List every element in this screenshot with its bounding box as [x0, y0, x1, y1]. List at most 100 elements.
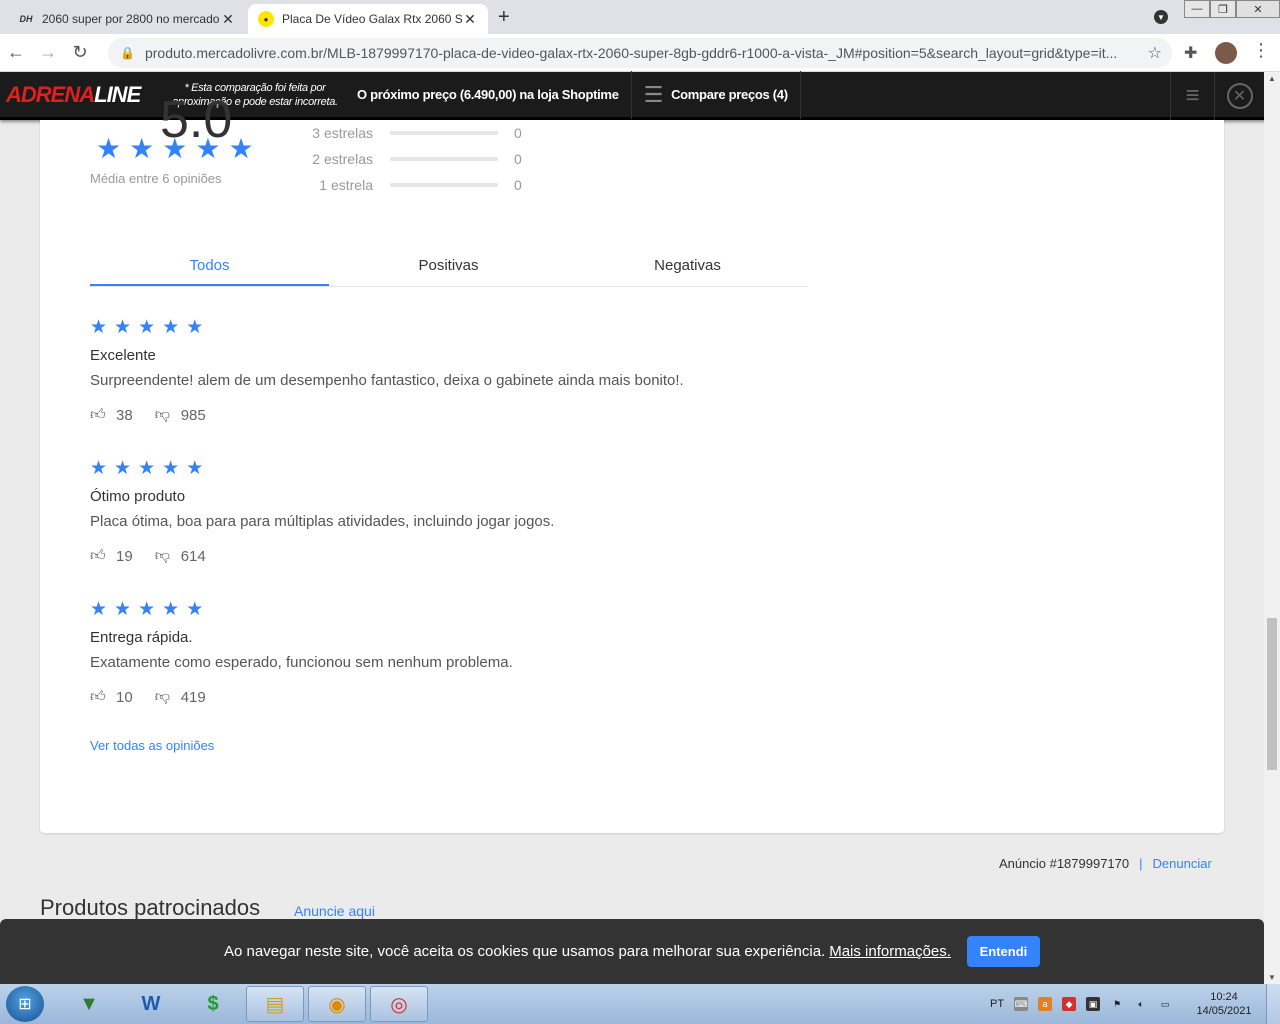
- separator: |: [1139, 856, 1143, 871]
- like-count: 19: [116, 547, 133, 565]
- star-icon: ★: [162, 133, 188, 164]
- thumbs-down-icon[interactable]: 👎︎: [155, 406, 173, 424]
- next-price-link[interactable]: O próximo preço (6.490,00) na loja Shopt…: [345, 70, 632, 119]
- profile-avatar[interactable]: [1215, 42, 1237, 64]
- star-icon: ★: [162, 458, 180, 479]
- action-center-flag-icon[interactable]: ⚑: [1110, 997, 1124, 1011]
- adrenaline-logo[interactable]: ADREN A LINE: [0, 71, 165, 119]
- taskbar-explorer-icon[interactable]: ▤: [246, 986, 304, 1022]
- avast-tray-icon[interactable]: a: [1038, 997, 1053, 1011]
- scrollbar-thumb[interactable]: [1267, 618, 1277, 770]
- taskbar-avast-icon[interactable]: ◉: [308, 986, 366, 1022]
- logo-part: A: [79, 81, 95, 107]
- review-filter-tabs: Todos Positivas Negativas: [90, 248, 808, 287]
- star-icon: ★: [90, 317, 108, 338]
- star-icon: ★: [90, 599, 108, 620]
- tab-favicon-mercadolivre-icon: ●: [258, 11, 274, 27]
- star-icon: ★: [138, 317, 156, 338]
- advertise-here-link[interactable]: Anuncie aqui: [294, 903, 375, 919]
- taskbar-word-icon[interactable]: W: [122, 986, 180, 1022]
- histogram-count: 0: [514, 151, 522, 167]
- listing-label: Anúncio: [999, 856, 1050, 871]
- review-item: ★ ★ ★ ★ ★ Excelente Surpreendente! alem de u…: [90, 317, 684, 424]
- average-note: Média entre 6 opiniões: [90, 171, 222, 186]
- app-tray-icon[interactable]: ▣: [1086, 997, 1101, 1011]
- thumbs-up-icon[interactable]: 👍︎: [90, 547, 108, 565]
- adrenaline-close-button[interactable]: ✕: [1214, 72, 1264, 120]
- dislike-count: 614: [180, 547, 206, 565]
- histogram-count: 0: [514, 177, 522, 193]
- star-icon: ★: [114, 599, 132, 620]
- list-icon: ☰: [643, 81, 664, 107]
- volume-icon[interactable]: 🔈︎: [1134, 997, 1148, 1011]
- histogram-row: 3 estrelas 0: [290, 123, 522, 143]
- cookie-text: Ao navegar neste site, você aceita os co…: [224, 943, 826, 960]
- url-text[interactable]: produto.mercadolivre.com.br/MLB-18799971…: [145, 45, 1145, 61]
- review-text: Surpreendente! alem de um desempenho fan…: [90, 372, 684, 389]
- see-all-reviews-link[interactable]: Ver todas as opiniões: [90, 738, 214, 753]
- minimize-icon[interactable]: —: [1184, 0, 1210, 18]
- hamburger-menu-icon[interactable]: ≡: [1170, 72, 1214, 120]
- thumbs-down-icon[interactable]: 👎︎: [155, 688, 173, 706]
- tab-todos[interactable]: Todos: [90, 248, 329, 286]
- thumbs-down-icon[interactable]: 👎︎: [155, 547, 173, 565]
- taskbar-app-v-icon[interactable]: ▼: [60, 986, 118, 1022]
- page-scrollbar[interactable]: ▲ ▼: [1264, 72, 1280, 984]
- taskbar-chrome-icon[interactable]: ◎: [370, 986, 428, 1022]
- window-close-icon[interactable]: ✕: [1236, 0, 1280, 18]
- histogram-row: 1 estrela 0: [290, 175, 522, 195]
- reload-icon[interactable]: ↻: [64, 42, 96, 63]
- restore-icon[interactable]: ❐: [1210, 0, 1236, 18]
- review-stars: ★ ★ ★ ★ ★: [90, 317, 684, 338]
- browser-menu-icon[interactable]: ⋮: [1252, 40, 1270, 61]
- dislike-count: 985: [180, 406, 206, 424]
- keyboard-icon[interactable]: ⌨: [1014, 997, 1029, 1011]
- cookie-accept-button[interactable]: Entendi: [966, 936, 1040, 967]
- report-link[interactable]: Denunciar: [1153, 856, 1212, 871]
- star-icon: ★: [186, 599, 204, 620]
- listing-info: Anúncio #1879997170 | Denunciar: [999, 856, 1212, 871]
- tab-close-icon[interactable]: ✕: [462, 11, 478, 28]
- thumbs-up-icon[interactable]: 👍︎: [90, 688, 108, 706]
- tab-negativas[interactable]: Negativas: [568, 248, 807, 286]
- scroll-up-arrow-icon[interactable]: ▲: [1268, 74, 1276, 83]
- system-tray: PT ⌨ a ◆ ▣ ⚑ 🔈︎ ▭: [990, 984, 1172, 1024]
- antivirus-tray-icon[interactable]: ◆: [1062, 997, 1077, 1011]
- histogram-label: 1 estrela: [319, 177, 373, 193]
- thumbs-up-icon[interactable]: 👍︎: [90, 406, 108, 424]
- browser-tab-0[interactable]: DH 2060 super por 2800 no mercado ✕: [8, 4, 246, 34]
- cookie-more-info-link[interactable]: Mais informações.: [829, 943, 951, 960]
- address-bar[interactable]: 🔒 produto.mercadolivre.com.br/MLB-187999…: [108, 38, 1172, 68]
- language-indicator[interactable]: PT: [990, 998, 1004, 1010]
- tab-positivas[interactable]: Positivas: [329, 248, 568, 286]
- histogram-label: 2 estrelas: [312, 151, 373, 167]
- histogram-row: 2 estrelas 0: [290, 149, 522, 169]
- new-tab-icon[interactable]: +: [498, 6, 510, 29]
- logo-part: LINE: [94, 81, 141, 107]
- extensions-puzzle-icon[interactable]: ✚: [1184, 43, 1197, 63]
- tab-search-icon[interactable]: ▼: [1154, 10, 1168, 24]
- tab-close-icon[interactable]: ✕: [220, 11, 236, 28]
- browser-tab-1[interactable]: ● Placa De Vídeo Galax Rtx 2060 Su ✕: [248, 4, 488, 34]
- browser-toolbar: ← → ↻ 🔒 produto.mercadolivre.com.br/MLB-…: [0, 34, 1280, 72]
- review-title: Excelente: [90, 347, 156, 364]
- show-desktop-button[interactable]: [1266, 984, 1280, 1024]
- windows-start-button[interactable]: ⊞: [6, 986, 44, 1022]
- histogram-bar: [390, 183, 498, 187]
- histogram-label: 3 estrelas: [312, 125, 373, 141]
- taskbar-clock[interactable]: 10:24 14/05/2021: [1192, 990, 1256, 1018]
- cookie-banner: Ao navegar neste site, você aceita os co…: [0, 919, 1264, 984]
- star-icon: ★: [138, 458, 156, 479]
- windows-taskbar: ⊞ ▼ W $ ▤ ◉ ◎ PT ⌨ a ◆ ▣ ⚑ 🔈︎ ▭ 10:24 14…: [0, 984, 1280, 1024]
- taskbar-money-icon[interactable]: $: [184, 986, 242, 1022]
- scroll-down-arrow-icon[interactable]: ▼: [1268, 973, 1276, 982]
- back-icon[interactable]: ←: [0, 42, 32, 63]
- forward-icon[interactable]: →: [32, 42, 64, 63]
- network-icon[interactable]: ▭: [1158, 997, 1172, 1011]
- star-icon: ★: [114, 317, 132, 338]
- review-stars: ★ ★ ★ ★ ★: [90, 458, 554, 479]
- compare-prices-button[interactable]: ☰ Compare preços (4): [632, 70, 801, 119]
- review-item: ★ ★ ★ ★ ★ Ótimo produto Placa ótima, boa par…: [90, 458, 554, 565]
- lock-icon[interactable]: 🔒: [120, 46, 135, 60]
- bookmark-star-icon[interactable]: ☆: [1148, 43, 1162, 63]
